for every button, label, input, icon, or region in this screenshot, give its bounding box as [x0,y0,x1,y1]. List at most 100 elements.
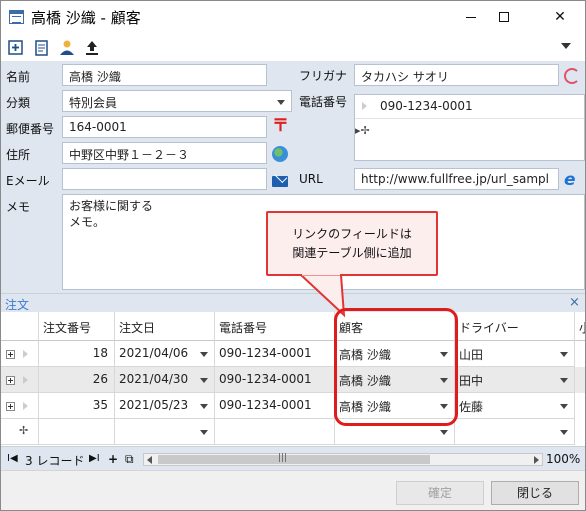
column-header[interactable]: 小 [575,312,585,341]
row-header[interactable] [1,393,39,419]
driver-cell[interactable]: 山田 [455,341,575,367]
phone-row[interactable]: 090-1234-0001 [355,95,584,119]
scrollbar-grip: ||| [278,453,288,463]
column-header[interactable]: ドライバー [455,312,575,341]
chevron-down-icon[interactable] [200,430,208,435]
close-button[interactable]: 閉じる [491,481,579,505]
window-title: 高橋 沙織 - 顧客 [31,9,141,27]
table-row[interactable]: 35 2021/05/23 090-1234-0001 高橋 沙織 佐藤 [1,393,585,419]
close-subform-icon[interactable]: × [569,295,580,310]
category-select[interactable]: 特別会員 [62,90,292,112]
order-date-cell[interactable]: 2021/04/30 [115,367,215,393]
customer-cell[interactable]: 高橋 沙織 [335,341,455,367]
column-header[interactable]: 電話番号 [215,312,335,341]
order-number-cell[interactable]: 35 [39,393,115,419]
last-record-icon[interactable]: ▶I [89,453,100,464]
customer-cell[interactable]: 高橋 沙織 [335,393,455,419]
phone-new-row[interactable]: ▸✢ [355,119,584,143]
postal-mark-icon[interactable]: 〒 [272,118,289,135]
chevron-down-icon[interactable] [560,378,568,383]
orders-grid: 注文番号 注文日 電話番号 顧客 ドライバー 小 18 2021/04/06 0… [1,312,585,446]
chevron-down-icon[interactable] [560,404,568,409]
scroll-right-icon[interactable] [534,456,539,464]
column-header[interactable]: 注文番号 [39,312,115,341]
customer-cell[interactable]: 高橋 沙織 [335,367,455,393]
table-row[interactable]: 26 2021/04/30 090-1234-0001 高橋 沙織 田中 [1,367,585,393]
refresh-icon[interactable] [564,68,580,84]
copy-record-icon[interactable]: ⧉ [125,452,134,467]
row-header[interactable] [1,341,39,367]
url-field[interactable]: http://www.fullfree.jp/url_sampl [354,168,559,190]
order-date-value: 2021/05/23 [119,398,189,412]
column-header[interactable]: 注文日 [115,312,215,341]
chevron-down-icon[interactable] [277,100,285,105]
table-icon [9,10,24,24]
chevron-down-icon[interactable] [200,378,208,383]
email-field[interactable] [62,168,267,190]
order-number-cell[interactable]: 26 [39,367,115,393]
chevron-down-icon[interactable] [200,404,208,409]
name-field[interactable]: 高橋 沙織 [62,64,267,86]
phone-cell[interactable] [215,419,335,445]
driver-value: 佐藤 [459,400,484,414]
driver-cell[interactable]: 田中 [455,367,575,393]
column-header[interactable]: 顧客 [335,312,455,341]
annotation-line-2: 関連テーブル側に追加 [292,246,412,260]
driver-value: 山田 [459,348,484,362]
order-date-cell[interactable]: 2021/05/23 [115,393,215,419]
first-record-icon[interactable]: I◀ [7,453,18,464]
phone-cell[interactable]: 090-1234-0001 [215,393,335,419]
order-date-cell[interactable] [115,419,215,445]
chevron-down-icon[interactable] [440,352,448,357]
maximize-button[interactable] [481,1,527,34]
browser-icon[interactable]: e [564,172,581,189]
email-label: Eメール [6,174,50,188]
phone-value[interactable]: 090-1234-0001 [380,99,473,113]
dialog-footer: 確定 閉じる [1,470,585,510]
expand-icon[interactable] [6,376,15,385]
add-record-icon[interactable]: + [108,452,118,466]
name-label: 名前 [6,70,31,84]
chevron-down-icon[interactable] [200,352,208,357]
order-date-value: 2021/04/06 [119,346,189,360]
new-row-icon: ▸✢ [355,124,370,137]
zip-field[interactable]: 164-0001 [62,116,267,138]
new-table-row[interactable]: ✢ [1,419,585,445]
horizontal-scrollbar[interactable]: ||| [143,453,543,466]
phone-cell[interactable]: 090-1234-0001 [215,341,335,367]
furigana-field[interactable]: タカハシ サオリ [354,64,559,86]
form-view-icon[interactable] [33,39,51,57]
driver-value: 田中 [459,374,484,388]
customer-window: 高橋 沙織 - 顧客 ✕ 名前 高橋 沙織 フリガナ タカハシ サオリ 分類 特… [0,0,586,511]
user-icon[interactable] [58,39,76,57]
zoom-level[interactable]: 100% [546,452,580,466]
row-header[interactable]: ✢ [1,419,39,445]
expand-icon[interactable] [6,350,15,359]
scroll-left-icon[interactable] [147,456,152,464]
row-header[interactable] [1,367,39,393]
toolbar-dropdown-icon[interactable] [561,43,571,49]
driver-cell[interactable]: 佐藤 [455,393,575,419]
scrollbar-thumb[interactable]: ||| [158,453,430,464]
chevron-down-icon[interactable] [440,404,448,409]
phone-cell[interactable]: 090-1234-0001 [215,367,335,393]
order-number-cell[interactable]: 18 [39,341,115,367]
export-icon[interactable] [83,39,101,57]
globe-icon[interactable] [272,146,288,162]
order-number-cell[interactable] [39,419,115,445]
customer-cell[interactable] [335,419,455,445]
chevron-down-icon[interactable] [560,430,568,435]
chevron-down-icon[interactable] [440,378,448,383]
close-window-button[interactable]: ✕ [537,1,583,34]
mail-icon[interactable] [272,176,288,187]
customer-value: 高橋 沙織 [339,374,391,388]
chevron-down-icon[interactable] [440,430,448,435]
confirm-button[interactable]: 確定 [396,481,484,505]
expand-icon[interactable] [6,402,15,411]
chevron-down-icon[interactable] [560,352,568,357]
new-record-icon[interactable] [7,39,25,57]
address-field[interactable]: 中野区中野１－２－３ [62,142,267,164]
table-row[interactable]: 18 2021/04/06 090-1234-0001 高橋 沙織 山田 [1,341,585,367]
driver-cell[interactable] [455,419,575,445]
order-date-cell[interactable]: 2021/04/06 [115,341,215,367]
